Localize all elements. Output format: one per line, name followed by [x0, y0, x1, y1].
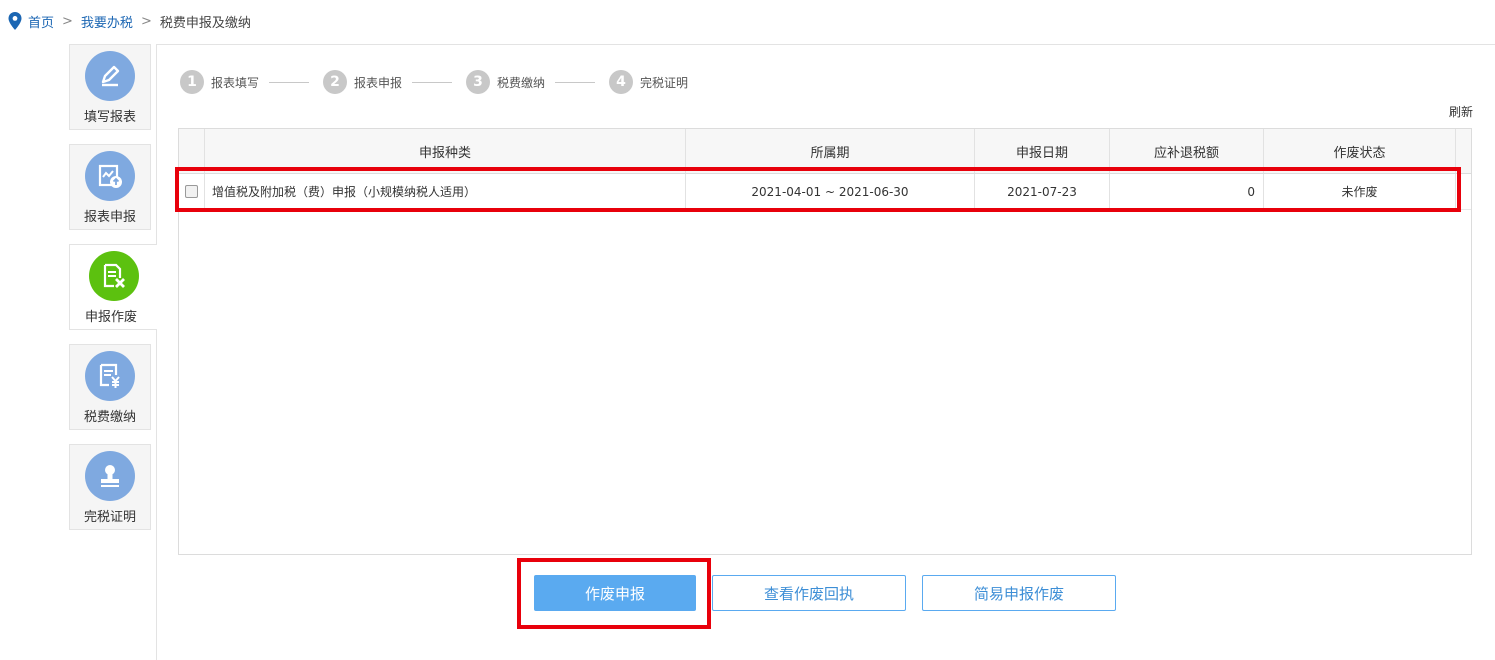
sidebar-item-label: 填写报表 [83, 110, 136, 125]
sidebar-item-tax-payment[interactable]: 税费缴纳 [69, 344, 151, 430]
table-header: 申报种类 所属期 申报日期 应补退税额 作废状态 [179, 129, 1471, 174]
step-label: 报表填写 [211, 75, 260, 90]
sidebar-item-label: 税费缴纳 [83, 410, 136, 425]
header-type: 申报种类 [205, 129, 686, 173]
breadcrumb-separator: > [62, 13, 73, 29]
step-number: 2 [323, 70, 348, 94]
sidebar-item-label: 报表申报 [83, 210, 136, 225]
sidebar-item-fill-report[interactable]: 填写报表 [69, 44, 151, 130]
header-tail [1456, 129, 1471, 173]
step-connector [555, 81, 596, 83]
row-tail [1456, 174, 1471, 209]
breadcrumb-tax-link[interactable]: 我要办税 [81, 12, 133, 31]
step-number: 3 [466, 70, 491, 94]
step-label: 完税证明 [640, 75, 689, 90]
simple-void-button[interactable]: 简易申报作废 [922, 575, 1116, 611]
declaration-table: 申报种类 所属期 申报日期 应补退税额 作废状态 增值税及附加税（费）申报（小规… [178, 128, 1472, 555]
refresh-link[interactable]: 刷新 [1449, 103, 1473, 120]
void-declaration-button[interactable]: 作废申报 [534, 575, 696, 611]
row-date: 2021-07-23 [975, 174, 1110, 209]
tax-declaration-page: 首页 > 我要办税 > 税费申报及缴纳 填写报表 报表申报 申报作废 税费缴纳 … [0, 0, 1495, 660]
pencil-icon [85, 51, 135, 101]
breadcrumb-separator: > [140, 13, 152, 29]
step-4: 4 完税证明 [609, 70, 688, 94]
sidebar-item-void-declaration[interactable]: 申报作废 [69, 244, 157, 330]
row-period: 2021-04-01 ~ 2021-06-30 [686, 174, 975, 209]
step-number: 1 [180, 70, 204, 94]
breadcrumb-home-link[interactable]: 首页 [28, 12, 54, 31]
header-period: 所属期 [686, 129, 975, 173]
void-document-icon [88, 251, 139, 301]
breadcrumb-current: 税费申报及缴纳 [159, 15, 251, 31]
breadcrumb: 首页 > 我要办税 > 税费申报及缴纳 [8, 11, 251, 31]
table-row[interactable]: 增值税及附加税（费）申报（小规模纳税人适用） 2021-04-01 ~ 2021… [179, 174, 1471, 210]
stamp-icon [85, 451, 135, 501]
location-pin-icon [8, 12, 22, 30]
upload-report-icon [85, 151, 135, 201]
header-date: 申报日期 [975, 129, 1110, 173]
step-3: 3 税费缴纳 [466, 70, 609, 94]
step-connector [269, 81, 310, 83]
view-void-receipt-button[interactable]: 查看作废回执 [712, 575, 906, 611]
step-2: 2 报表申报 [323, 70, 466, 94]
progress-steps: 1 报表填写 2 报表申报 3 税费缴纳 4 完税证明 [180, 70, 688, 94]
step-number: 4 [609, 70, 634, 94]
row-type: 增值税及附加税（费）申报（小规模纳税人适用） [205, 174, 686, 209]
step-label: 报表申报 [354, 75, 403, 90]
row-checkbox[interactable] [185, 185, 198, 198]
row-amount: 0 [1110, 174, 1264, 209]
header-status: 作废状态 [1264, 129, 1456, 173]
header-amount: 应补退税额 [1110, 129, 1264, 173]
step-connector [412, 81, 453, 83]
sidebar-item-tax-certificate[interactable]: 完税证明 [69, 444, 151, 530]
row-status: 未作废 [1264, 174, 1456, 209]
step-label: 税费缴纳 [497, 75, 546, 90]
sidebar-item-label: 申报作废 [84, 310, 137, 325]
sidebar-item-submit-report[interactable]: 报表申报 [69, 144, 151, 230]
row-checkbox-cell [179, 174, 205, 209]
step-1: 1 报表填写 [180, 70, 323, 94]
tax-payment-icon [85, 351, 135, 401]
sidebar-item-label: 完税证明 [83, 510, 136, 525]
header-checkbox-cell [179, 129, 205, 173]
